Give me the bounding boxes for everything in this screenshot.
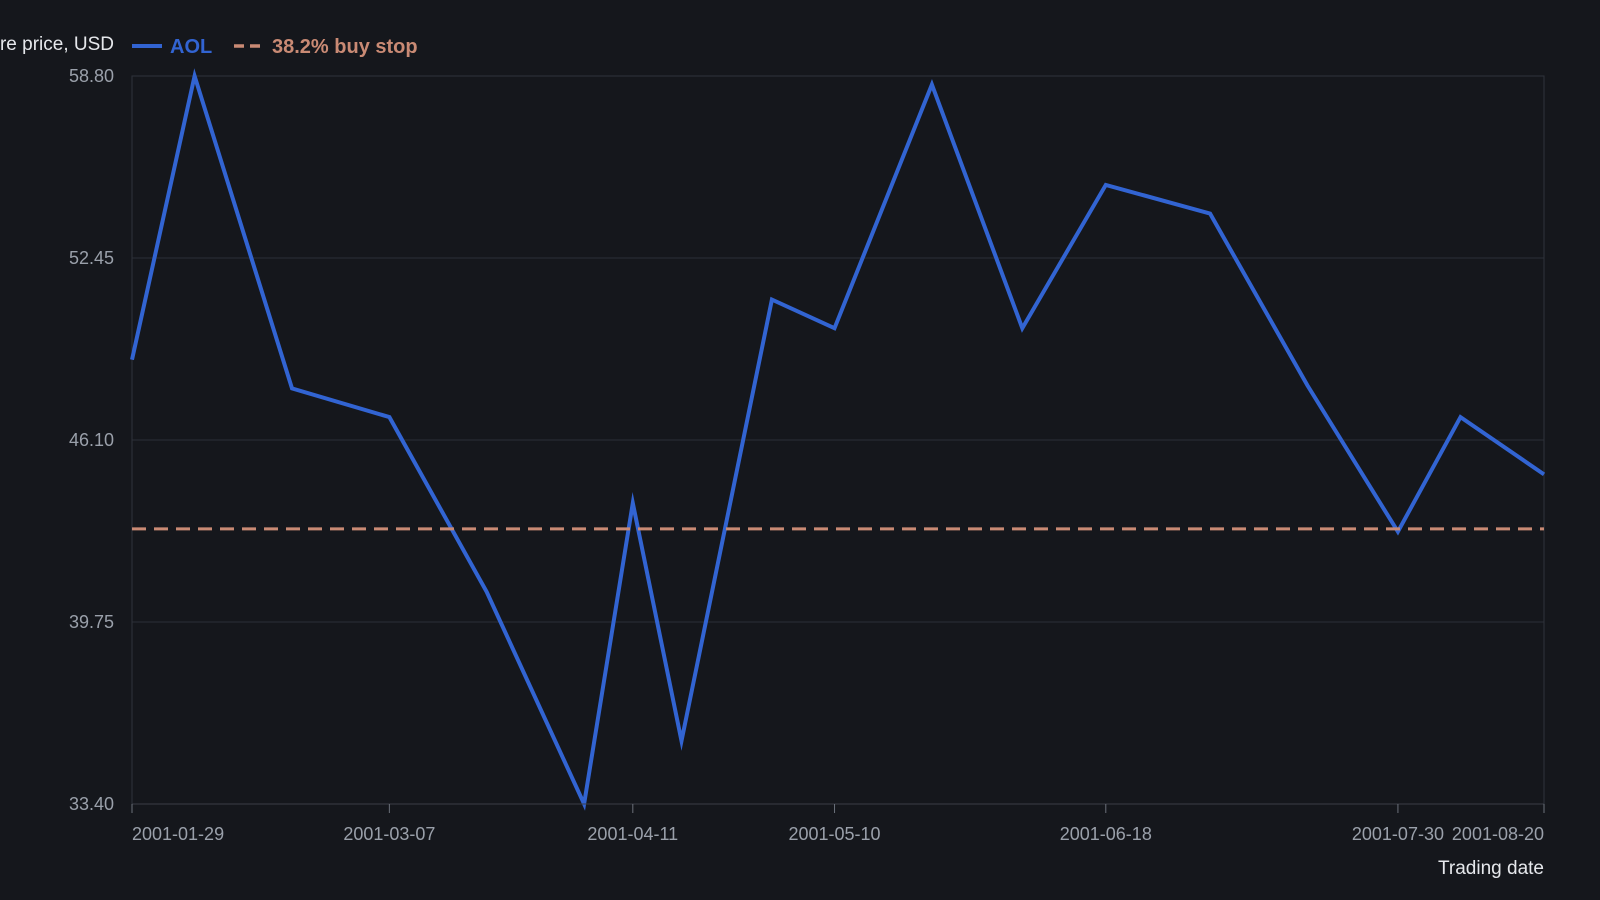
- grid-lines: [132, 75, 1544, 805]
- x-axis-title: Trading date: [1438, 858, 1544, 879]
- y-tick-label: 33.40: [69, 794, 114, 814]
- legend: AOL 38.2% buy stop: [132, 36, 418, 58]
- legend-label-buy-stop: 38.2% buy stop: [272, 36, 418, 58]
- x-tick-label: 2001-01-29: [132, 824, 224, 844]
- legend-item-aol[interactable]: AOL: [132, 36, 212, 58]
- x-tick-label: 2001-07-30: [1352, 824, 1444, 844]
- axes: 58.80 52.45 46.10 39.75 33.40 2001-01-29 2001-…: [69, 66, 1545, 844]
- y-axis-title: Share price, USD: [0, 34, 114, 55]
- y-tick-label: 39.75: [69, 612, 114, 632]
- x-tick-label: 2001-05-10: [788, 824, 880, 844]
- x-tick-label: 2001-04-11: [587, 824, 678, 844]
- x-tick-label: 2001-06-18: [1060, 824, 1152, 844]
- legend-label-aol: AOL: [170, 36, 212, 58]
- y-tick-label: 46.10: [69, 430, 114, 450]
- x-tick-label: 2001-08-20: [1452, 824, 1544, 844]
- x-tick-label: 2001-03-07: [343, 824, 435, 844]
- line-chart: 58.80 52.45 46.10 39.75 33.40 2001-01-29 2001-…: [0, 34, 1546, 879]
- y-tick-label: 58.80: [69, 66, 114, 86]
- legend-item-buy-stop[interactable]: 38.2% buy stop: [234, 36, 418, 58]
- y-tick-label: 52.45: [69, 248, 114, 268]
